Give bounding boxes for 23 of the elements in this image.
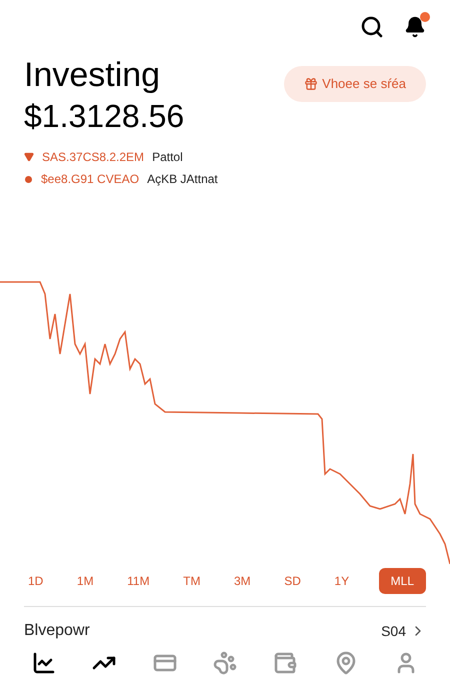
range-tab[interactable]: 3M	[230, 568, 255, 594]
change-label: Pattol	[152, 149, 183, 166]
range-tab[interactable]: SD	[280, 568, 305, 594]
search-icon[interactable]	[360, 14, 384, 39]
change-label: AçKB JAttnat	[147, 171, 218, 188]
range-tab[interactable]: 11M	[123, 568, 154, 594]
bell-icon[interactable]	[404, 16, 426, 38]
page-title: Investing	[24, 54, 162, 96]
range-tab[interactable]: 1D	[24, 568, 48, 594]
gift-icon	[304, 76, 318, 90]
down-triangle-icon	[24, 152, 34, 162]
action-button[interactable]: Vhoee se sŕéa	[284, 66, 426, 102]
balance: $1.3128.56	[24, 97, 184, 136]
buying-power-label: Blvepowr	[24, 621, 90, 641]
range-tab[interactable]: TM	[179, 568, 204, 594]
wallet-icon[interactable]	[273, 651, 298, 675]
range-tab[interactable]: 1M	[72, 568, 98, 594]
buying-power-value: S04	[381, 622, 406, 640]
range-tab[interactable]: 1Y	[330, 568, 354, 594]
change-amount: $ee8.G91 CVEAO	[41, 171, 140, 188]
chart-icon[interactable]	[32, 651, 56, 675]
range-tab[interactable]: MLL	[378, 568, 426, 594]
change-amount: SAS.37CS8.2.2EM	[42, 149, 144, 166]
